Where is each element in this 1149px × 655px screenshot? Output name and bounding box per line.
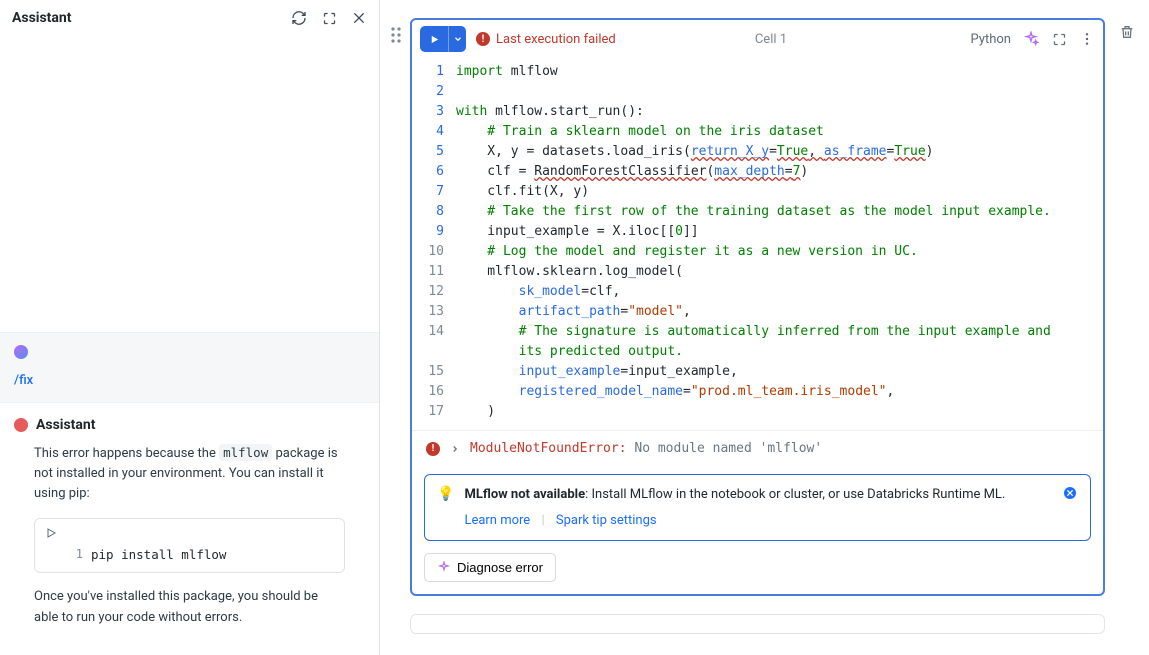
assistant-title: Assistant	[12, 10, 72, 26]
cell-label: Cell 1	[755, 32, 787, 47]
error-badge-icon: !	[426, 442, 440, 456]
assistant-avatar-icon	[14, 418, 28, 432]
learn-more-link[interactable]: Learn more	[464, 513, 530, 528]
chevron-right-icon	[450, 444, 460, 454]
assistant-explanation: This error happens because the mlflow pa…	[14, 443, 365, 504]
code-content[interactable]: import mlflow with mlflow.start_run(): #…	[456, 62, 1103, 422]
next-cell-placeholder[interactable]	[410, 614, 1105, 634]
line-gutter: 1 2 3 4 5 6 7 8 9 10 11 12 13 14	[412, 62, 456, 422]
error-badge-icon: !	[476, 32, 490, 46]
cell-toolbar: ! Last execution failed Cell 1 Python	[412, 20, 1103, 58]
play-icon[interactable]	[43, 525, 59, 541]
run-dropdown-caret-icon[interactable]	[448, 26, 466, 52]
delete-cell-icon[interactable]	[1119, 24, 1135, 40]
notebook-area: ! Last execution failed Cell 1 Python	[380, 0, 1149, 655]
kebab-menu-icon[interactable]	[1079, 31, 1095, 47]
code-editor[interactable]: 1 2 3 4 5 6 7 8 9 10 11 12 13 14	[412, 58, 1103, 430]
spark-tip-settings-link[interactable]: Spark tip settings	[556, 513, 657, 528]
play-icon[interactable]	[420, 26, 448, 52]
suggested-code-block: 1 pip install mlflow	[34, 518, 345, 573]
sparkle-icon	[437, 561, 451, 575]
user-avatar-icon	[14, 345, 28, 359]
hint-panel: 💡 MLflow not available: Install MLflow i…	[424, 474, 1091, 541]
refresh-icon[interactable]	[291, 10, 307, 26]
expand-icon[interactable]	[321, 10, 337, 26]
assistant-panel: Assistant /fix	[0, 0, 380, 655]
slash-command: /fix	[14, 373, 365, 388]
close-icon[interactable]	[351, 10, 367, 26]
drag-handle-icon[interactable]	[390, 26, 402, 44]
line-number: 1	[59, 543, 91, 572]
error-output[interactable]: ! ModuleNotFoundError: No module named '…	[412, 430, 1103, 466]
user-message: /fix	[0, 332, 379, 403]
dismiss-hint-icon[interactable]	[1062, 485, 1078, 501]
assistant-followup: Once you've installed this package, you …	[14, 587, 365, 627]
assistant-message: Assistant This error happens because the…	[0, 403, 379, 628]
suggested-code: pip install mlflow	[91, 543, 226, 572]
execution-status: ! Last execution failed	[476, 32, 616, 47]
user-name-placeholder	[36, 345, 236, 359]
assistant-label: Assistant	[36, 417, 96, 433]
diagnose-error-button[interactable]: Diagnose error	[424, 553, 556, 582]
fullscreen-icon[interactable]	[1051, 31, 1067, 47]
code-cell: ! Last execution failed Cell 1 Python	[410, 18, 1105, 596]
assistant-sparkle-icon[interactable]	[1023, 31, 1039, 47]
language-label[interactable]: Python	[971, 32, 1011, 47]
lightbulb-icon: 💡	[437, 486, 454, 502]
run-button[interactable]	[420, 26, 466, 52]
